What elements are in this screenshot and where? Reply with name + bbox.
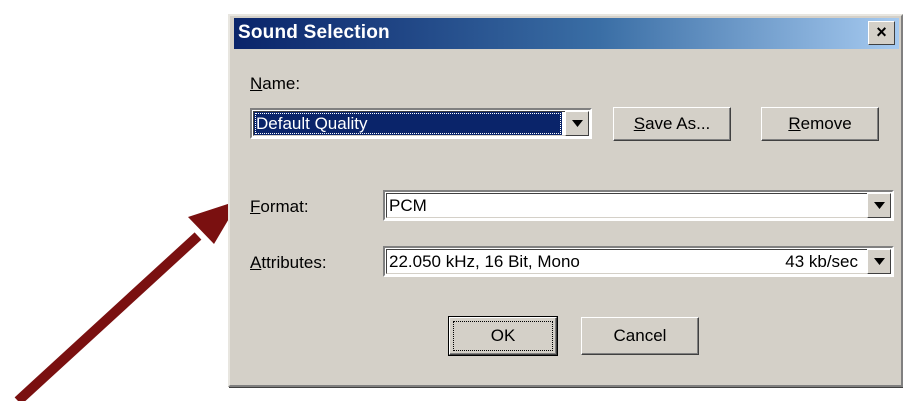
ok-button[interactable]: OK: [448, 316, 558, 356]
attributes-label: Attributes:: [250, 253, 327, 272]
close-icon: ×: [876, 22, 887, 42]
triangle-down-icon: [874, 202, 885, 209]
sound-selection-dialog: Sound Selection × Name: Default Quality …: [228, 14, 903, 387]
triangle-down-icon: [874, 258, 885, 265]
close-button[interactable]: ×: [868, 21, 895, 45]
save-as-button[interactable]: Save As...: [613, 107, 731, 141]
name-combobox-value: Default Quality: [254, 112, 562, 135]
name-combobox[interactable]: Default Quality: [250, 108, 592, 139]
name-dropdown-button[interactable]: [565, 111, 589, 136]
format-dropdown-button[interactable]: [867, 193, 891, 218]
attributes-combobox[interactable]: 22.050 kHz, 16 Bit, Mono 43 kb/sec: [383, 246, 894, 277]
cancel-button[interactable]: Cancel: [581, 317, 699, 355]
format-label: Format:: [250, 197, 309, 216]
attributes-dropdown-button[interactable]: [867, 249, 891, 274]
name-label: Name:: [250, 74, 301, 93]
remove-button[interactable]: Remove: [761, 107, 879, 141]
triangle-down-icon: [572, 120, 583, 127]
dialog-title: Sound Selection: [238, 22, 390, 43]
attributes-rate: 43 kb/sec: [785, 252, 858, 271]
title-bar[interactable]: Sound Selection ×: [234, 18, 899, 49]
format-combobox[interactable]: PCM: [383, 190, 894, 221]
red-arrow-icon: [14, 200, 240, 401]
format-combobox-value: PCM: [389, 196, 427, 215]
